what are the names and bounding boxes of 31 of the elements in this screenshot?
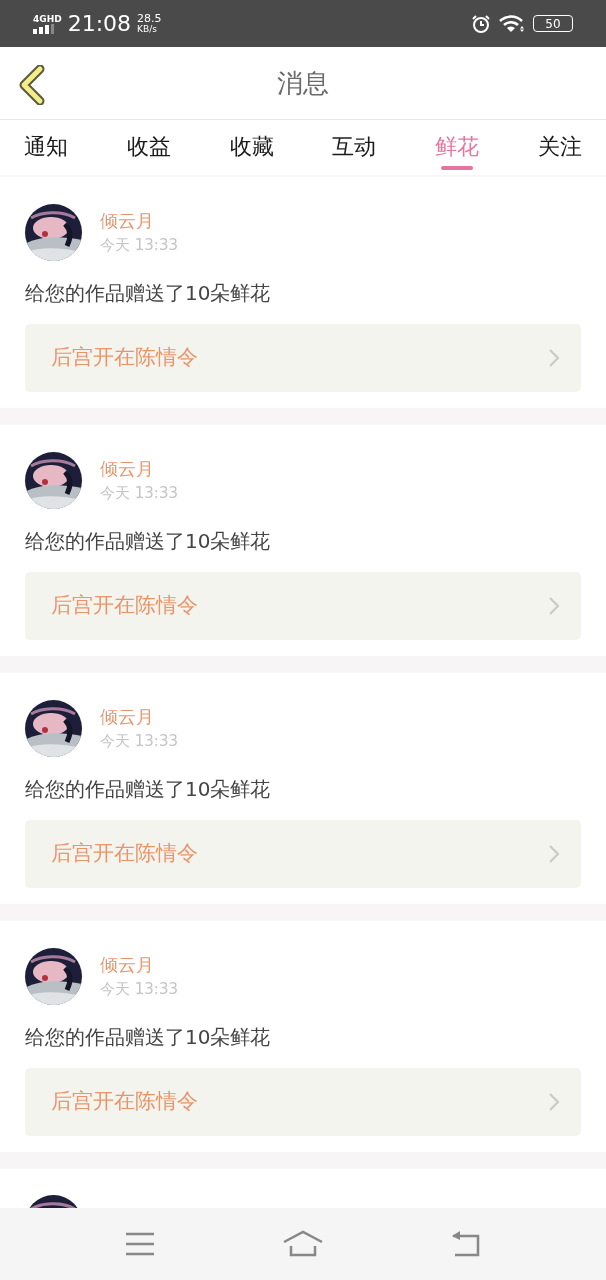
- message-time: 今天 13:33: [100, 484, 178, 502]
- alarm-icon: [471, 13, 491, 34]
- tab[interactable]: 收益: [126, 120, 171, 175]
- message-text: 给您的作品赠送了10朵鲜花: [25, 1024, 272, 1051]
- message-text: 给您的作品赠送了10朵鲜花: [25, 528, 272, 555]
- clock-time: 21:08: [67, 12, 132, 35]
- page-title: 消息: [277, 66, 329, 100]
- speed-unit: KB/s: [137, 23, 158, 34]
- tab-indicator: [441, 166, 474, 170]
- sender-name: 倾云月: [100, 954, 155, 976]
- sender-name: 倾云月: [100, 706, 155, 728]
- message-time: 今天 13:33: [100, 732, 178, 750]
- tab[interactable]: 收藏: [229, 120, 274, 175]
- message-time: 今天 13:33: [100, 236, 178, 254]
- chevron-right-icon: [549, 1093, 559, 1111]
- speed-value: 28.5: [137, 13, 162, 24]
- sender-name: 倾云月: [100, 458, 155, 480]
- tab[interactable]: 关注: [538, 120, 582, 175]
- message-text: 给您的作品赠送了10朵鲜花: [25, 280, 272, 307]
- wifi-icon: [499, 14, 525, 33]
- chevron-right-icon: [549, 845, 559, 863]
- chevron-right-icon: [549, 597, 559, 615]
- network-label: 4GHD: [33, 13, 62, 24]
- signal-icon: [33, 23, 55, 34]
- sender-name: 倾云月: [100, 210, 155, 232]
- chevron-right-icon: [549, 349, 559, 367]
- message-time: 今天 13:33: [100, 980, 178, 998]
- battery-level: 50: [545, 17, 561, 30]
- tab[interactable]: 互动: [332, 120, 377, 175]
- tab[interactable]: 通知: [24, 120, 68, 175]
- message-text: 给您的作品赠送了10朵鲜花: [25, 776, 272, 803]
